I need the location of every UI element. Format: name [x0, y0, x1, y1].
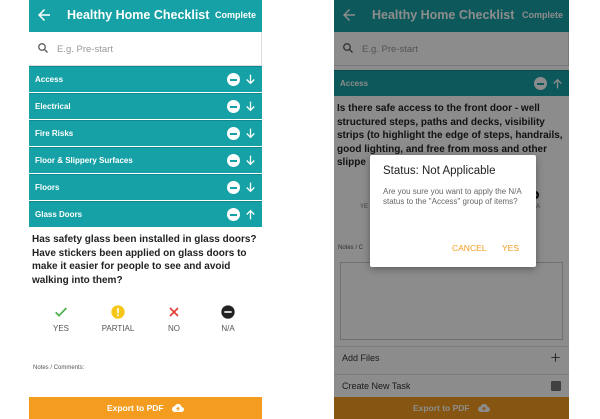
group-label: Floors — [35, 183, 60, 192]
yes-button[interactable]: YES — [502, 243, 519, 253]
search-bar — [29, 32, 262, 66]
option-partial[interactable]: PARTIAL — [93, 304, 143, 333]
app-bar: Healthy Home Checklist Complete — [29, 0, 262, 32]
export-pdf-button[interactable]: Export to PDF — [29, 397, 262, 419]
export-label: Export to PDF — [106, 403, 164, 413]
option-yes[interactable]: YES — [36, 304, 86, 333]
notes-label: Notes / Comments: — [33, 365, 85, 371]
group-label: Access — [35, 75, 64, 84]
minus-circle-icon[interactable] — [227, 181, 240, 194]
cancel-button[interactable]: CANCEL — [452, 243, 486, 253]
group-glass-doors[interactable]: Glass Doors — [29, 201, 262, 227]
option-label: PARTIAL — [101, 324, 135, 333]
group-floor-slippery-surfaces[interactable]: Floor & Slippery Surfaces — [29, 147, 262, 173]
minus-circle-icon — [221, 305, 235, 319]
minus-circle-icon[interactable] — [227, 154, 240, 167]
option-label: N/A — [221, 324, 235, 333]
group-label: Fire Risks — [35, 129, 74, 138]
exclamation-circle-icon — [111, 305, 125, 319]
option-no[interactable]: NO — [149, 304, 199, 333]
minus-circle-icon[interactable] — [227, 127, 240, 140]
search-icon — [38, 43, 48, 53]
minus-circle-icon[interactable] — [227, 208, 240, 221]
back-arrow-icon[interactable] — [35, 6, 53, 24]
arrow-down-icon[interactable] — [244, 180, 257, 195]
checklist-question: Has safety glass been installed in glass… — [32, 234, 257, 286]
complete-button[interactable]: Complete — [215, 10, 256, 20]
option-label: YES — [52, 324, 69, 333]
dialog-message: Are you sure you want to apply the N/A s… — [383, 187, 522, 207]
status-options: YES PARTIAL NO N/A — [29, 304, 262, 344]
cloud-upload-icon — [172, 403, 185, 413]
group-label: Glass Doors — [35, 210, 83, 219]
arrow-up-icon[interactable] — [244, 207, 257, 222]
minus-circle-icon[interactable] — [227, 100, 240, 113]
group-label: Electrical — [35, 102, 71, 111]
phone-screen-left: Healthy Home Checklist Complete Access E… — [29, 0, 262, 419]
check-icon — [55, 307, 67, 317]
option-na[interactable]: N/A — [203, 304, 253, 333]
group-floors[interactable]: Floors — [29, 174, 262, 200]
group-label: Floor & Slippery Surfaces — [35, 156, 133, 165]
minus-circle-icon[interactable] — [227, 73, 240, 86]
phone-screen-right: Healthy Home Checklist Complete Access I… — [334, 0, 569, 419]
option-label: NO — [168, 324, 180, 333]
group-access[interactable]: Access — [29, 66, 262, 92]
arrow-down-icon[interactable] — [244, 126, 257, 141]
group-fire-risks[interactable]: Fire Risks — [29, 120, 262, 146]
arrow-down-icon[interactable] — [244, 99, 257, 114]
page-title: Healthy Home Checklist — [67, 8, 210, 22]
cross-icon — [169, 307, 179, 317]
dialog-title: Status: Not Applicable — [383, 165, 496, 177]
arrow-down-icon[interactable] — [244, 153, 257, 168]
group-electrical[interactable]: Electrical — [29, 93, 262, 119]
confirm-dialog: Status: Not Applicable Are you sure you … — [370, 155, 536, 267]
search-input[interactable] — [57, 41, 227, 57]
arrow-down-icon[interactable] — [244, 72, 257, 87]
